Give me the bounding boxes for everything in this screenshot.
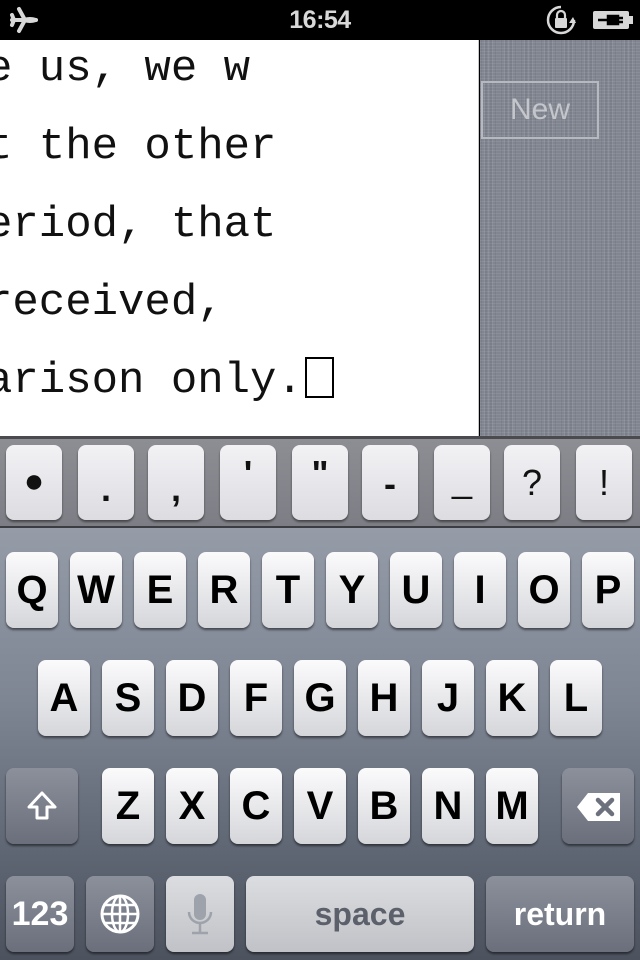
key-h[interactable]: H (358, 660, 410, 736)
key-n[interactable]: N (422, 768, 474, 844)
key-l[interactable]: L (550, 660, 602, 736)
text-cursor (304, 357, 334, 398)
shift-arrow-icon (27, 791, 57, 820)
key-label: ' (243, 453, 253, 494)
globe-icon (100, 894, 140, 934)
accessory-key-period[interactable]: . (78, 445, 134, 520)
key-label: " (311, 453, 329, 494)
key-c[interactable]: C (230, 768, 282, 844)
accessory-key-apostrophe[interactable]: ' (220, 445, 276, 520)
key-label: - (384, 463, 396, 504)
new-document-button[interactable]: New (481, 81, 599, 139)
delete-key[interactable] (562, 768, 634, 844)
key-z[interactable]: Z (102, 768, 154, 844)
key-q[interactable]: Q (6, 552, 58, 628)
key-u[interactable]: U (390, 552, 442, 628)
microphone-icon (187, 894, 213, 935)
accessory-key-hyphen[interactable]: - (362, 445, 418, 520)
editor-line-text: arison only. (0, 356, 303, 406)
status-bar: 16:54 (0, 0, 640, 40)
editor-line-last: arison only. (0, 356, 334, 406)
return-key[interactable]: return (486, 876, 634, 952)
battery-charging-icon (593, 11, 633, 29)
key-o[interactable]: O (518, 552, 570, 628)
key-k[interactable]: K (486, 660, 538, 736)
editor-line: received, (0, 278, 224, 328)
key-a[interactable]: A (38, 660, 90, 736)
key-j[interactable]: J (422, 660, 474, 736)
keyboard: Q W E R T Y U I O P A S D F G H J K L Z … (0, 528, 640, 960)
accessory-key-underscore[interactable]: _ (434, 445, 490, 520)
keyboard-accessory-bar: ● . , ' " - _ ? ! (0, 436, 640, 528)
key-d[interactable]: D (166, 660, 218, 736)
accessory-key-question[interactable]: ? (504, 445, 560, 520)
key-m[interactable]: M (486, 768, 538, 844)
accessory-key-exclamation[interactable]: ! (576, 445, 632, 520)
rotation-lock-icon (546, 5, 576, 35)
key-s[interactable]: S (102, 660, 154, 736)
key-label: ? (521, 462, 543, 503)
dictation-key[interactable] (166, 876, 234, 952)
space-key[interactable]: space (246, 876, 474, 952)
key-v[interactable]: V (294, 768, 346, 844)
accessory-key-quote[interactable]: " (292, 445, 348, 520)
key-label: , (170, 468, 181, 509)
key-x[interactable]: X (166, 768, 218, 844)
key-w[interactable]: W (70, 552, 122, 628)
accessory-key-comma[interactable]: , (148, 445, 204, 520)
key-label: ! (598, 462, 609, 503)
editor-line: t the other (0, 122, 277, 172)
key-label: _ (451, 459, 473, 500)
key-p[interactable]: P (582, 552, 634, 628)
sidebar-panel: New (480, 40, 640, 436)
key-b[interactable]: B (358, 768, 410, 844)
backspace-icon (577, 793, 620, 821)
shift-key[interactable] (6, 768, 78, 844)
key-t[interactable]: T (262, 552, 314, 628)
key-label: . (100, 468, 111, 509)
key-f[interactable]: F (230, 660, 282, 736)
key-g[interactable]: G (294, 660, 346, 736)
key-e[interactable]: E (134, 552, 186, 628)
accessory-key-bullet[interactable]: ● (6, 445, 62, 520)
globe-key[interactable] (86, 876, 154, 952)
editor-line: e us, we w (0, 44, 251, 94)
text-editor[interactable]: e us, we w t the other eriod, that recei… (0, 40, 479, 436)
key-r[interactable]: R (198, 552, 250, 628)
key-y[interactable]: Y (326, 552, 378, 628)
key-label: ● (23, 462, 45, 500)
editor-line: eriod, that (0, 200, 277, 250)
key-i[interactable]: I (454, 552, 506, 628)
numbers-key[interactable]: 123 (6, 876, 74, 952)
